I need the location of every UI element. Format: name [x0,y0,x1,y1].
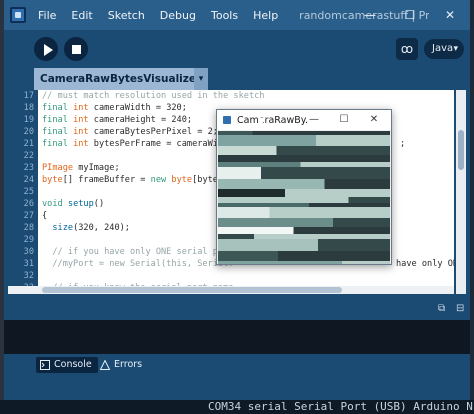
play-icon [44,44,53,56]
code-line: 32 [8,270,454,282]
mouse-cursor-icon [258,118,266,130]
sketch-minimize-button[interactable]: — [303,110,325,130]
code-line: 17 // must match resolution used in the s… [8,90,454,102]
image-strip [218,167,390,179]
image-strip [218,218,390,227]
line-number: 31 [23,259,34,269]
console-tab-label: Console [54,359,92,370]
menu-help[interactable]: Help [253,9,278,22]
code-text: final int cameraHeight = 240; [42,115,193,125]
tab-sketch[interactable]: CameraRawBytesVisualizerNicla [34,68,194,90]
line-number: 20 [23,127,34,137]
menu-bar: File Edit Sketch Debug Tools Help [38,9,293,22]
line-number: 30 [23,247,34,257]
menu-debug[interactable]: Debug [160,9,196,22]
code-text-overflow: ; [400,139,406,149]
line-number: 25 [23,187,34,197]
editor-horizontal-scrollbar[interactable] [8,286,454,294]
image-strip [218,155,390,162]
line-number: 29 [23,235,34,245]
maximize-button[interactable]: ☐ [390,0,430,30]
menu-sketch[interactable]: Sketch [108,9,145,22]
line-number: 17 [23,91,34,101]
close-button[interactable]: ✕ [430,0,470,30]
title-bar: File Edit Sketch Debug Tools Help randomcamer… [4,0,470,30]
line-number: 19 [23,115,34,125]
image-strip [218,261,390,264]
errors-tab-label: Errors [114,359,143,370]
console-header [4,296,470,320]
copy-icon[interactable]: ⧉ [438,303,445,314]
stop-button[interactable] [64,37,88,61]
console-icon [40,360,50,370]
menu-tools[interactable]: Tools [211,9,238,22]
image-strip [218,251,390,261]
image-strip [218,146,390,155]
tab-menu-button[interactable]: ▾ [194,68,208,90]
stop-icon [72,45,81,54]
errors-tab[interactable]: Errors [96,357,142,373]
status-bar: COM34 serial Serial Port (USB) Arduino N [0,400,474,414]
sketch-window-title: CameraRawBy... [237,114,309,126]
image-strip [218,239,390,251]
code-text: //myPort = new Serial(this, Serial. [42,259,234,269]
menu-edit[interactable]: Edit [71,9,92,22]
code-text: final int bytesPerFrame = cameraWidth [42,139,234,149]
sketch-close-button[interactable]: ✕ [363,110,385,130]
code-text-overflow: have only ON [396,259,454,269]
mode-selector[interactable]: Java [424,39,464,59]
sketch-maximize-button[interactable]: ☐ [333,110,355,130]
code-text: size(320, 240); [52,223,130,233]
console-tab[interactable]: Console [36,357,98,373]
sketch-logo-icon [223,116,231,124]
code-text: // if you have only ONE serial port [42,247,234,257]
tab-strip: CameraRawBytesVisualizerNicla ▾ [4,68,470,90]
image-strip [218,207,390,218]
code-text: final int cameraBytesPerPixel = 2; [42,127,218,137]
scroll-thumb[interactable] [458,130,464,170]
code-text: final int cameraWidth = 320; [42,103,187,113]
minimize-button[interactable]: — [350,0,390,30]
debugger-button[interactable]: ꝏ [396,38,418,60]
line-number: 32 [23,271,34,281]
butterfly-icon: ꝏ [400,42,414,56]
line-number: 26 [23,199,34,209]
image-strip [218,135,390,146]
menu-file[interactable]: File [38,9,56,22]
line-number: 18 [23,103,34,113]
status-strip [4,376,470,400]
image-strip [218,227,390,234]
scroll-thumb-h[interactable] [42,287,342,293]
editor-vertical-scrollbar[interactable] [456,90,466,294]
line-number: 21 [23,139,34,149]
line-number: 24 [23,175,34,185]
code-text: void setup() [42,199,105,209]
line-number: 27 [23,211,34,221]
line-number: 22 [23,151,34,161]
screen: File Edit Sketch Debug Tools Help randomcamer… [0,0,474,414]
code-text: { [42,211,48,221]
sketch-window: CameraRawBy... — ☐ ✕ [216,109,392,265]
line-number: 23 [23,163,34,173]
image-strip [218,179,390,189]
line-number: 28 [23,223,34,233]
clear-console-icon[interactable]: ⊟ [456,303,464,314]
camera-frame-canvas [218,131,390,264]
image-strip [218,189,390,197]
code-text: // must match resolution used in the ske… [42,91,265,101]
code-text: PImage myImage; [42,163,120,173]
processing-logo-icon [10,7,26,23]
run-button[interactable] [34,37,58,61]
code-text: byte[] frameBuffer = new byte[bytesPe [42,175,234,185]
warning-icon [100,360,110,370]
sketch-title-bar: CameraRawBy... — ☐ ✕ [217,110,391,130]
